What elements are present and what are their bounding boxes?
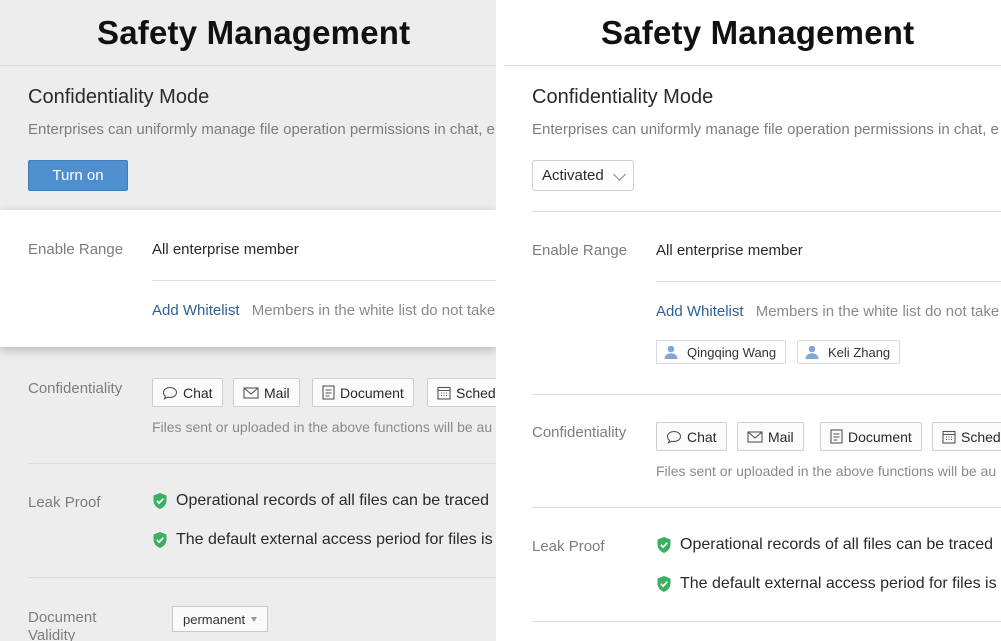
chat-chip-label: Chat [183,384,213,401]
section-description: Enterprises can uniformly manage file op… [532,121,999,138]
whitelist-row: Add Whitelist Members in the white list … [656,303,1001,320]
whitelist-user-chip[interactable]: Qingqing Wang [656,340,787,364]
status-select[interactable]: Activated [532,160,634,191]
chevron-down-icon [613,168,626,181]
divider [532,394,1001,395]
header: Safety Management [0,0,496,66]
user-icon [805,345,819,359]
shield-check-icon [153,493,167,509]
enable-range-card: Enable Range All enterprise member Add W… [0,210,496,347]
schedule-chip[interactable]: Schedu [932,422,1001,451]
leak-proof-item-text: Operational records of all files can be … [680,536,994,553]
section-title: Confidentiality Mode [28,86,210,108]
enable-range-label: Enable Range [532,242,628,259]
enable-range-value[interactable]: All enterprise member [152,241,299,258]
divider [152,280,496,281]
validity-select-value: permanent [183,611,246,627]
validity-select[interactable]: permanent [172,606,269,632]
mail-icon [243,386,259,399]
add-whitelist-link[interactable]: Add Whitelist [656,303,744,320]
document-chip-label: Document [340,384,404,401]
chat-bubble-icon [666,430,682,444]
document-icon [322,385,335,400]
document-validity-label-line2: Validity [28,627,76,641]
leak-proof-item: Operational records of all files can be … [656,536,1001,554]
schedule-chip-label: Schedu [961,428,1001,445]
schedule-chip[interactable]: Schedu [427,378,496,407]
document-chip-label: Document [848,428,912,445]
chevron-down-icon [251,616,258,622]
status-select-value: Activated [542,167,604,184]
divider [532,507,1001,508]
whitelist-description: Members in the white list do not take e [251,302,496,319]
whitelist-user-name: Qingqing Wang [687,344,777,360]
chat-chip[interactable]: Chat [656,422,727,451]
shield-check-icon [657,537,671,553]
document-chip[interactable]: Document [820,422,922,451]
confidentiality-label: Confidentiality [532,424,627,441]
section-description: Enterprises can uniformly manage file op… [28,121,495,138]
page-title: Safety Management [601,14,915,51]
enable-range-value[interactable]: All enterprise member [656,242,803,259]
schedule-chip-label: Schedu [456,384,496,401]
add-whitelist-link[interactable]: Add Whitelist [152,302,240,319]
mail-icon [747,430,763,443]
header: Safety Management [504,0,1001,66]
leak-proof-item-text: The default external access period for f… [680,575,1001,592]
chat-bubble-icon [162,386,178,400]
divider [656,281,1001,282]
left-panel: Safety Management Confidentiality Mode E… [0,0,496,641]
shield-check-icon [657,576,671,592]
user-icon [664,345,678,359]
mail-chip-label: Mail [768,428,794,445]
whitelist-description: Members in the white list do not take ef [755,303,1001,320]
chat-chip[interactable]: Chat [152,378,223,407]
document-validity-label: Document Validity [28,609,96,641]
divider [28,463,496,464]
confidentiality-description: Files sent or uploaded in the above func… [656,463,997,479]
right-panel: Safety Management Confidentiality Mode E… [504,0,1001,641]
calendar-icon [437,386,451,400]
leak-proof-label: Leak Proof [532,538,605,555]
document-chip[interactable]: Document [312,378,414,407]
confidentiality-description: Files sent or uploaded in the above func… [152,419,493,435]
whitelist-user-name: Keli Zhang [828,344,891,360]
enable-range-label: Enable Range [28,241,124,258]
leak-proof-item-text: The default external access period for f… [176,531,496,548]
shield-check-icon [153,532,167,548]
mail-chip[interactable]: Mail [233,378,300,407]
chat-chip-label: Chat [687,428,717,445]
document-validity-label-line1: Document [28,609,97,626]
document-icon [830,429,843,444]
leak-proof-item: Operational records of all files can be … [152,492,496,510]
whitelist-user-chip[interactable]: Keli Zhang [797,340,901,364]
leak-proof-item: The default external access period for f… [656,575,1001,593]
panel-gap [496,0,504,641]
page-title: Safety Management [97,14,411,51]
section-title: Confidentiality Mode [532,86,714,108]
calendar-icon [942,430,956,444]
leak-proof-item-text: Operational records of all files can be … [176,492,490,509]
leak-proof-item: The default external access period for f… [152,531,496,549]
leak-proof-label: Leak Proof [28,494,101,511]
divider [532,211,1001,212]
confidentiality-label: Confidentiality [28,380,123,397]
whitelist-row: Add Whitelist Members in the white list … [152,302,496,319]
divider [28,577,496,578]
divider [532,621,1001,622]
mail-chip[interactable]: Mail [737,422,804,451]
turn-on-button[interactable]: Turn on [28,160,128,191]
mail-chip-label: Mail [264,384,290,401]
